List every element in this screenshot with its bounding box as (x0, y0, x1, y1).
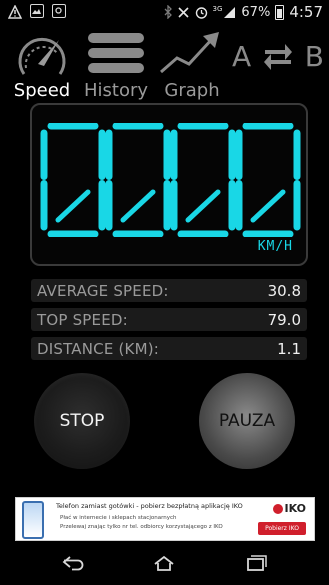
speed-display: KM/H (30, 103, 308, 266)
battery-percent: 67% (241, 4, 271, 20)
warning-icon (7, 4, 23, 19)
stat-top-speed: TOP SPEED: 79.0 (31, 308, 307, 331)
clock: 4:57 (289, 3, 323, 21)
speed-unit: KM/H (257, 239, 293, 254)
stat-average-speed: AVERAGE SPEED: 30.8 (31, 279, 307, 302)
stat-distance: DISTANCE (KM): 1.1 (31, 337, 307, 360)
switch-letter-b: B (304, 40, 324, 73)
nav-graph[interactable]: Graph (156, 28, 228, 101)
ad-cta-button[interactable]: Pobierz IKO (258, 522, 306, 535)
battery-icon (275, 4, 285, 20)
stat-label: AVERAGE SPEED: (37, 281, 169, 300)
nav-unit-switch[interactable]: A B (232, 28, 324, 100)
home-icon[interactable] (152, 555, 176, 571)
pause-button[interactable]: PAUZA (199, 373, 295, 469)
nav-speed-label: Speed (13, 80, 71, 101)
speed-digits (40, 123, 301, 237)
stat-label: TOP SPEED: (37, 310, 128, 329)
speed-digit (40, 123, 106, 237)
ad-logo: IKO (272, 502, 306, 515)
signal-label: 3G (212, 4, 223, 13)
nav-history-label: History (83, 80, 149, 101)
nav-speed[interactable]: Speed (10, 28, 74, 101)
system-icons: 3G 67% 4:57 (164, 3, 323, 21)
mute-icon (177, 6, 189, 18)
camera-icon (52, 4, 66, 18)
speedometer-icon (18, 37, 66, 75)
notification-icons (7, 4, 66, 19)
back-icon[interactable] (62, 555, 86, 571)
stat-value: 30.8 (267, 281, 301, 300)
image-icon (30, 4, 44, 18)
brand-dot-icon (272, 503, 283, 514)
line-graph-icon (160, 32, 219, 74)
ad-banner[interactable]: Telefon zamiast gotówki - pobierz bezpła… (15, 497, 315, 541)
list-icon (88, 33, 144, 73)
ad-headline: Telefon zamiast gotówki - pobierz bezpła… (56, 502, 243, 510)
ad-bullet: Przelewaj znając tylko nr tel. odbiorcy … (60, 524, 223, 530)
ad-brand: IKO (284, 502, 306, 515)
alarm-icon (195, 6, 207, 19)
signal-icon (224, 6, 236, 18)
switch-letter-a: A (232, 40, 252, 73)
speed-digit (170, 123, 236, 237)
nav-graph-label: Graph (164, 80, 220, 101)
recent-apps-icon[interactable] (244, 555, 268, 571)
stat-label: DISTANCE (KM): (37, 339, 160, 358)
system-nav-bar (0, 541, 329, 585)
swap-arrows-icon (263, 43, 292, 70)
status-bar: 3G 67% 4:57 (0, 0, 329, 25)
top-nav: Speed History Graph A B (0, 28, 329, 101)
speed-digit (235, 123, 301, 237)
stat-value: 1.1 (277, 339, 301, 358)
ad-bullet: Płać w internecie i sklepach stacjonarny… (60, 515, 177, 521)
speed-digit (105, 123, 171, 237)
bluetooth-icon (164, 5, 172, 19)
stop-button[interactable]: STOP (34, 373, 130, 469)
nav-history[interactable]: History (82, 28, 150, 101)
stat-value: 79.0 (267, 310, 301, 329)
phone-image (22, 501, 44, 539)
